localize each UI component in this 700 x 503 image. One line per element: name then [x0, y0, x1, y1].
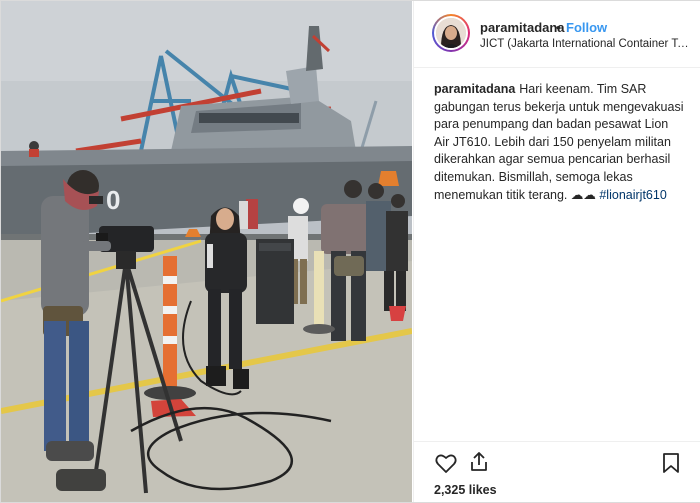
instagram-post: 0 paramitadana • Follow JICT (Jakarta In…: [0, 0, 700, 503]
bookmark-icon: [663, 453, 679, 473]
heart-icon: [435, 454, 457, 473]
save-button[interactable]: [660, 451, 682, 480]
post-photo[interactable]: 0: [1, 1, 412, 502]
share-button[interactable]: [467, 450, 491, 479]
caption-text: Hari keenam. Tim SAR gabungan terus beke…: [434, 82, 684, 202]
harbor-scene-image: 0: [1, 1, 412, 502]
post-details-panel: paramitadana • Follow JICT (Jakarta Inte…: [413, 1, 700, 502]
header-username-link[interactable]: paramitadana: [480, 20, 565, 35]
separator-dot: •: [556, 20, 561, 35]
post-actions-bar: 2,325 likes: [414, 441, 700, 503]
location-link[interactable]: JICT (Jakarta International Container Te…: [480, 38, 690, 50]
caption-username-link[interactable]: paramitadana: [434, 82, 515, 96]
like-button[interactable]: [434, 451, 458, 480]
post-header: paramitadana • Follow JICT (Jakarta Inte…: [414, 1, 700, 68]
follow-button[interactable]: Follow: [566, 20, 607, 35]
share-icon: [471, 452, 487, 471]
profile-photo-icon: [436, 18, 466, 48]
avatar-image: [436, 18, 466, 48]
avatar[interactable]: [432, 14, 470, 52]
likes-count[interactable]: 2,325 likes: [434, 483, 497, 497]
hashtag-link[interactable]: #lionairjt610: [599, 188, 666, 202]
post-caption: paramitadana Hari keenam. Tim SAR gabunga…: [434, 81, 684, 204]
